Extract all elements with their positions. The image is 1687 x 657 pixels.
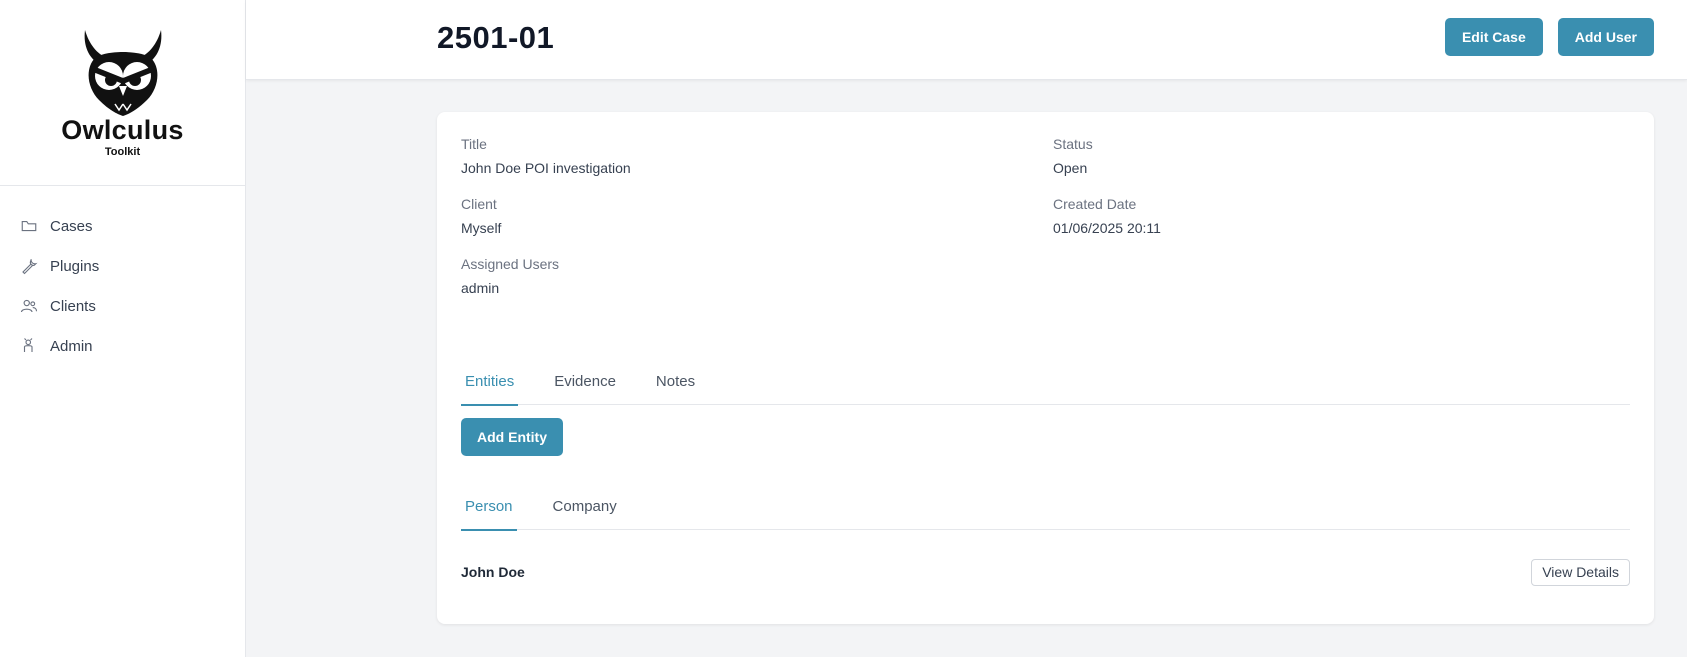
created-date-field: Created Date 01/06/2025 20:11 <box>1053 196 1453 236</box>
sidebar-item-label: Admin <box>50 337 93 355</box>
add-entity-button[interactable]: Add Entity <box>461 418 563 456</box>
logo: Owlculus Toolkit <box>0 0 245 186</box>
case-details-card: Title John Doe POI investigation Status … <box>437 112 1654 624</box>
status-field: Status Open <box>1053 136 1453 176</box>
list-item: John Doe View Details <box>461 557 1630 587</box>
owl-logo-icon <box>84 30 161 116</box>
add-user-button[interactable]: Add User <box>1557 18 1654 56</box>
edit-case-button[interactable]: Edit Case <box>1444 18 1543 56</box>
status-value: Open <box>1053 160 1088 176</box>
header-actions: Edit Case Add User <box>1444 18 1654 56</box>
title-value: John Doe POI investigation <box>461 160 631 176</box>
tab-entities[interactable]: Entities <box>461 357 519 406</box>
main-content: 2501-01 Edit Case Add User Title John Do… <box>246 0 1687 657</box>
client-label: Client <box>461 196 497 212</box>
sidebar-item-label: Cases <box>50 217 93 235</box>
wrench-icon <box>20 257 38 275</box>
admin-icon <box>20 337 38 355</box>
entity-type-tabs: Person Company <box>461 482 1630 531</box>
tab-person[interactable]: Person <box>461 482 517 531</box>
sidebar-item-plugins[interactable]: Plugins <box>0 246 245 286</box>
entity-name: John Doe <box>461 564 525 580</box>
client-value: Myself <box>461 220 502 236</box>
sidebar-item-clients[interactable]: Clients <box>0 286 245 326</box>
sidebar: Owlculus Toolkit Cases Plugins Clients A… <box>0 0 246 657</box>
view-details-button[interactable]: View Details <box>1531 558 1630 586</box>
sidebar-item-cases[interactable]: Cases <box>0 206 245 246</box>
sidebar-item-label: Clients <box>50 297 96 315</box>
tab-notes[interactable]: Notes <box>652 357 699 405</box>
title-label: Title <box>461 136 487 152</box>
sidebar-item-label: Plugins <box>50 257 100 275</box>
brand-subtitle: Toolkit <box>104 146 141 158</box>
title-field: Title John Doe POI investigation <box>461 136 861 176</box>
brand-name: Owlculus <box>61 115 184 145</box>
app-root: Owlculus Toolkit Cases Plugins Clients A… <box>0 0 1687 657</box>
status-label: Status <box>1053 136 1093 152</box>
top-bar: 2501-01 Edit Case Add User <box>246 0 1687 80</box>
case-info: Title John Doe POI investigation Status … <box>461 136 1630 356</box>
client-field: Client Myself <box>461 196 861 236</box>
users-icon <box>20 297 38 315</box>
tab-company[interactable]: Company <box>549 482 621 530</box>
case-tabs: Entities Evidence Notes <box>461 357 1630 406</box>
sidebar-item-admin[interactable]: Admin <box>0 326 245 366</box>
folder-icon <box>20 217 38 235</box>
sidebar-nav: Cases Plugins Clients Admin <box>0 186 245 366</box>
created-date-value: 01/06/2025 20:11 <box>1053 220 1161 236</box>
assigned-users-label: Assigned Users <box>461 256 560 272</box>
tab-evidence[interactable]: Evidence <box>550 357 620 405</box>
page-title: 2501-01 <box>437 20 555 55</box>
assigned-users-value: admin <box>461 280 500 296</box>
assigned-users-field: Assigned Users admin <box>461 256 861 296</box>
created-date-label: Created Date <box>1053 196 1137 212</box>
